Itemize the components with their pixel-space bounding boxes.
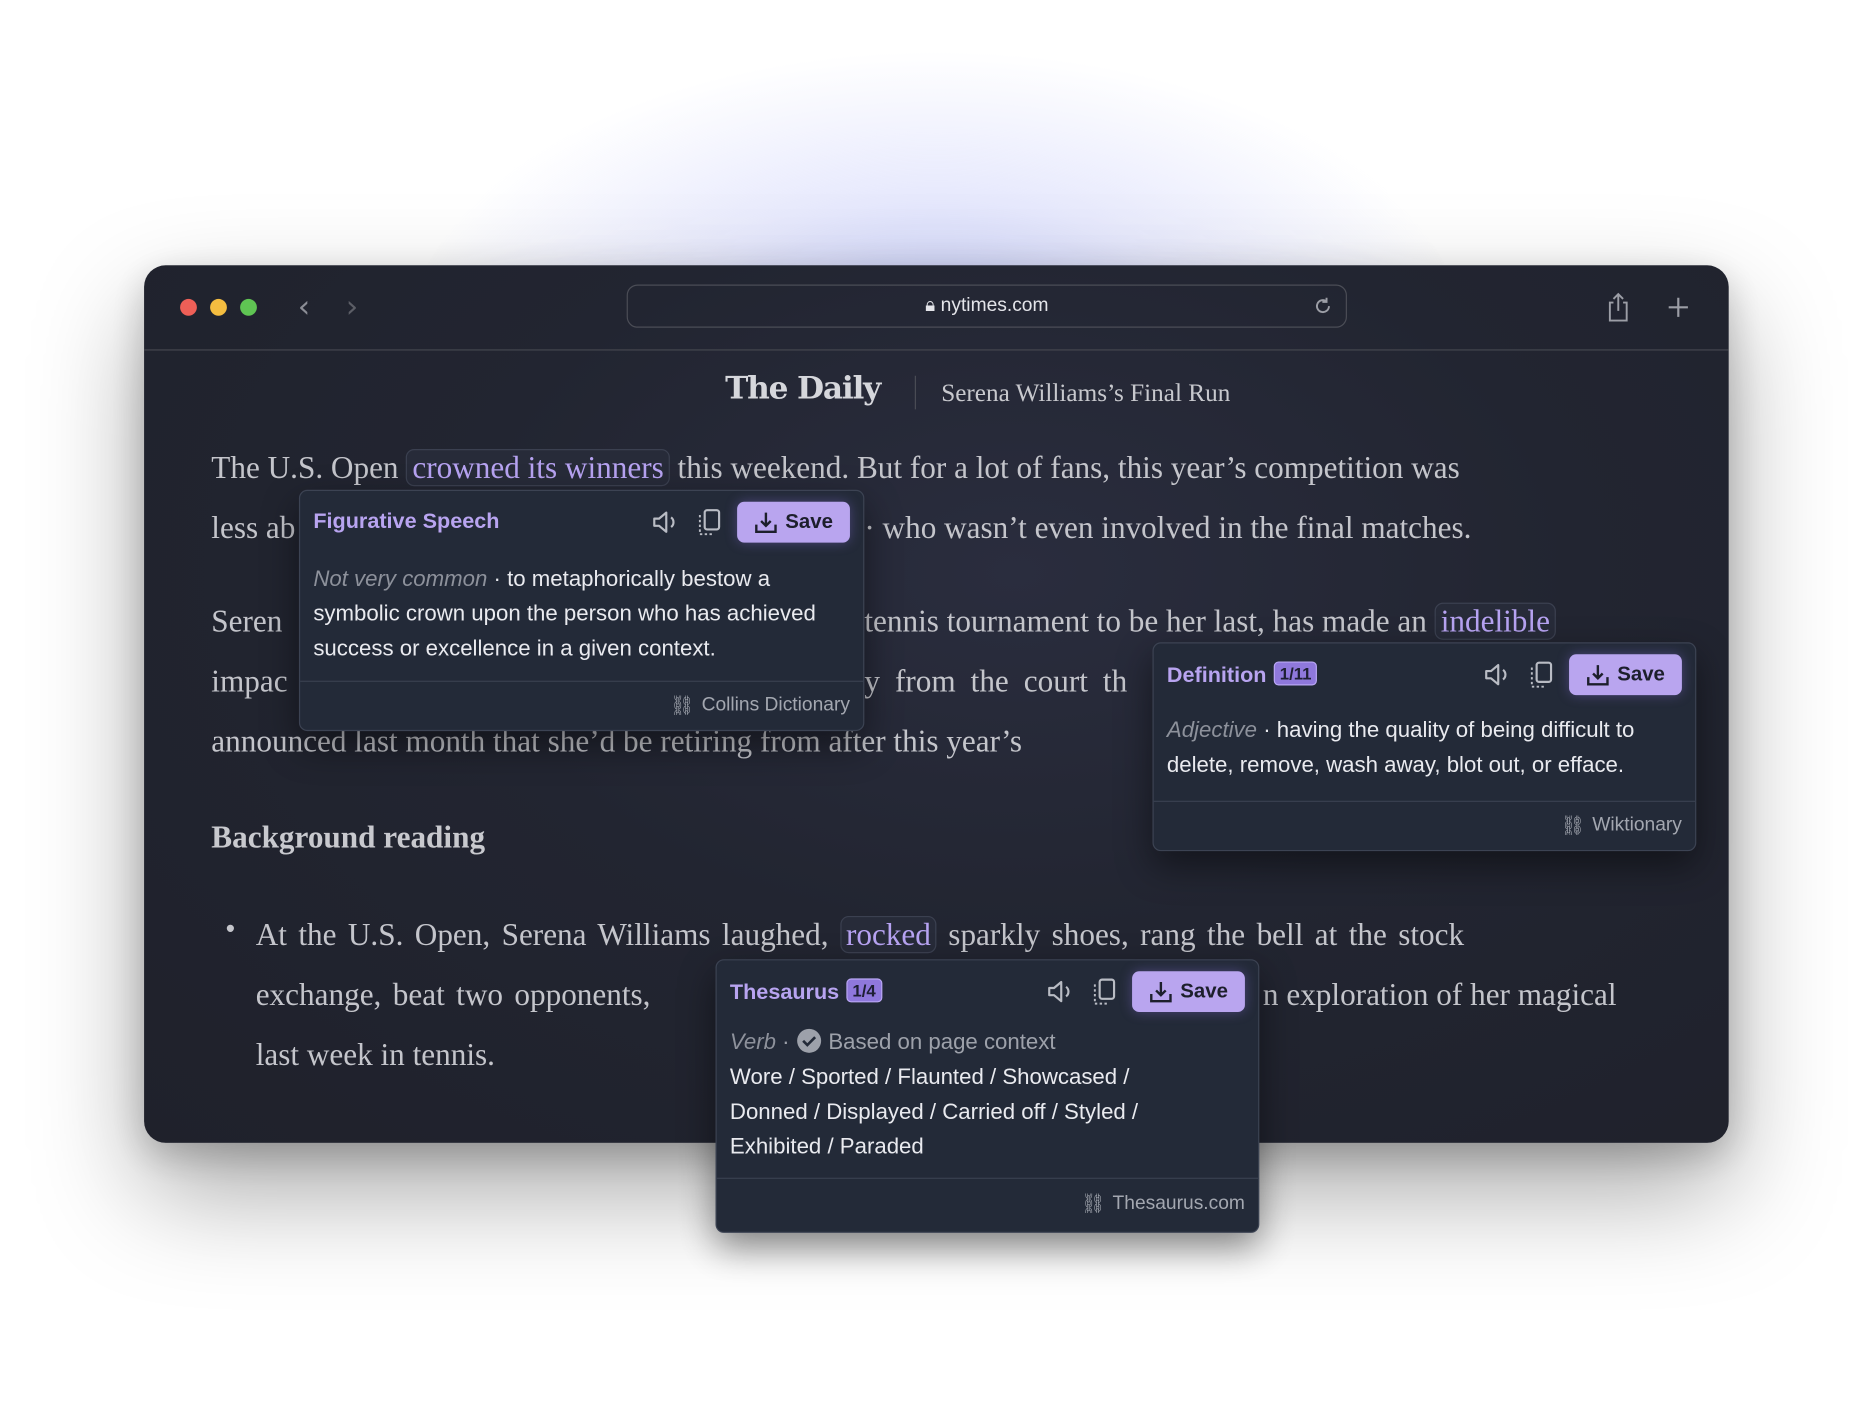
save-label: Save — [1617, 662, 1665, 686]
link-icon: ⛓︎ — [669, 696, 695, 717]
new-tab-icon[interactable] — [1666, 295, 1690, 319]
part-of-speech: Verb — [729, 1028, 777, 1055]
close-window-button[interactable] — [180, 298, 197, 316]
part-of-speech: Adjective — [1166, 716, 1258, 742]
divider — [914, 375, 916, 410]
popup-title: Thesaurus 1/4 — [730, 978, 882, 1004]
article-line: exchange, beat two opponents, — [255, 977, 651, 1013]
article-line: At the U.S. Open, Serena Williams laughe… — [256, 914, 1464, 957]
context-note: Based on page context — [828, 1028, 1056, 1055]
highlighted-word[interactable]: rocked — [839, 915, 937, 954]
maximize-window-button[interactable] — [240, 298, 257, 316]
logo[interactable]: The Daily — [725, 371, 881, 407]
article-line: n exploration of her magical — [1262, 977, 1617, 1013]
popup-footer: ⛓︎ Collins Dictionary — [300, 680, 864, 730]
forward-button[interactable]: › — [346, 292, 358, 323]
text: this weekend. But for a lot of fans, thi… — [677, 450, 1460, 486]
speaker-icon[interactable] — [1046, 978, 1075, 1004]
section-heading: Background reading — [211, 819, 486, 855]
check-circle-icon — [796, 1028, 821, 1053]
masthead: The Daily Serena Williams’s Final Run — [144, 371, 1729, 414]
download-icon — [755, 512, 777, 534]
article-line: last week in tennis. — [255, 1037, 495, 1073]
back-button[interactable]: ‹ — [298, 292, 310, 323]
save-button[interactable]: Save — [1132, 971, 1245, 1013]
link-icon: ⛓︎ — [1560, 816, 1586, 837]
text: At the U.S. Open, Serena Williams laughe… — [255, 917, 829, 952]
popup-body: Not very common · to metaphorically best… — [313, 561, 859, 665]
source-name: Collins Dictionary — [701, 695, 850, 716]
reload-icon[interactable] — [1312, 295, 1334, 317]
popup-footer: ⛓︎ Wiktionary — [1153, 800, 1696, 850]
title-text: Thesaurus — [729, 979, 840, 1004]
speaker-icon[interactable] — [651, 509, 680, 535]
article-line: less ab — [211, 510, 296, 546]
article-line: · who wasn’t even involved in the final … — [864, 510, 1472, 546]
download-icon — [1150, 982, 1172, 1003]
article-line: The U.S. Open crowned its winners this w… — [211, 447, 1460, 490]
bullet-icon: • — [225, 913, 235, 944]
copy-icon[interactable] — [696, 508, 722, 537]
source-link[interactable]: ⛓︎ Wiktionary — [1561, 814, 1682, 838]
popup-title: Definition 1/11 — [1167, 661, 1318, 687]
save-button[interactable]: Save — [1569, 654, 1682, 696]
thesaurus-popup: Thesaurus 1/4 Save Verb · Based on page c… — [715, 959, 1260, 1233]
popup-footer: ⛓︎ Thesaurus.com — [716, 1177, 1259, 1232]
source-link[interactable]: ⛓︎ Thesaurus.com — [1081, 1192, 1245, 1216]
count-badge[interactable]: 1/4 — [846, 978, 882, 1003]
address-bar[interactable]: 🔒︎ nytimes.com — [626, 284, 1347, 328]
episode-title: Serena Williams’s Final Run — [941, 378, 1231, 407]
text: sparkly shoes, rang the bell at the stoc… — [948, 917, 1465, 952]
popup-body: Adjective · having the quality of being … — [1167, 712, 1689, 782]
article-line: impac — [211, 663, 288, 699]
source-name: Wiktionary — [1592, 815, 1682, 836]
save-label: Save — [785, 510, 833, 534]
speaker-icon[interactable] — [1483, 661, 1512, 687]
highlighted-word[interactable]: indelible — [1434, 602, 1556, 640]
popup-body: Verb · Based on page context Wore / Spor… — [730, 1024, 1198, 1163]
highlighted-phrase[interactable]: crowned its winners — [406, 448, 670, 487]
definition-popup: Definition 1/11 Save Adjective · having t… — [1152, 642, 1697, 852]
count-badge[interactable]: 1/11 — [1273, 661, 1318, 686]
synonyms-list: Wore / Sported / Flaunted / Showcased / … — [729, 1063, 1139, 1159]
article-line: tennis tournament to be her last, has ma… — [864, 600, 1556, 643]
text: The U.S. Open — [211, 450, 399, 486]
article-line: y from the court th — [864, 663, 1128, 699]
separator: · — [782, 1028, 790, 1055]
copy-icon[interactable] — [1091, 977, 1117, 1006]
browser-toolbar: ‹ › 🔒︎ nytimes.com — [144, 265, 1729, 351]
minimize-window-button[interactable] — [210, 298, 227, 316]
figurative-speech-popup: Figurative Speech Save Not very common ·… — [298, 489, 865, 732]
save-label: Save — [1180, 979, 1228, 1003]
link-icon: ⛓︎ — [1080, 1194, 1106, 1215]
source-link[interactable]: ⛓︎ Collins Dictionary — [670, 694, 850, 718]
source-name: Thesaurus.com — [1112, 1193, 1245, 1214]
copy-icon[interactable] — [1528, 660, 1554, 689]
share-icon[interactable] — [1606, 292, 1630, 323]
title-text: Definition — [1166, 662, 1267, 687]
download-icon — [1587, 665, 1609, 686]
save-button[interactable]: Save — [737, 501, 850, 543]
article-line: Seren — [211, 603, 283, 639]
lock-icon: 🔒︎ — [925, 295, 936, 316]
url-text: nytimes.com — [940, 295, 1049, 316]
usage-label: Not very common — [313, 565, 488, 591]
text: tennis tournament to be her last, has ma… — [864, 603, 1427, 639]
popup-title: Figurative Speech — [313, 509, 500, 534]
